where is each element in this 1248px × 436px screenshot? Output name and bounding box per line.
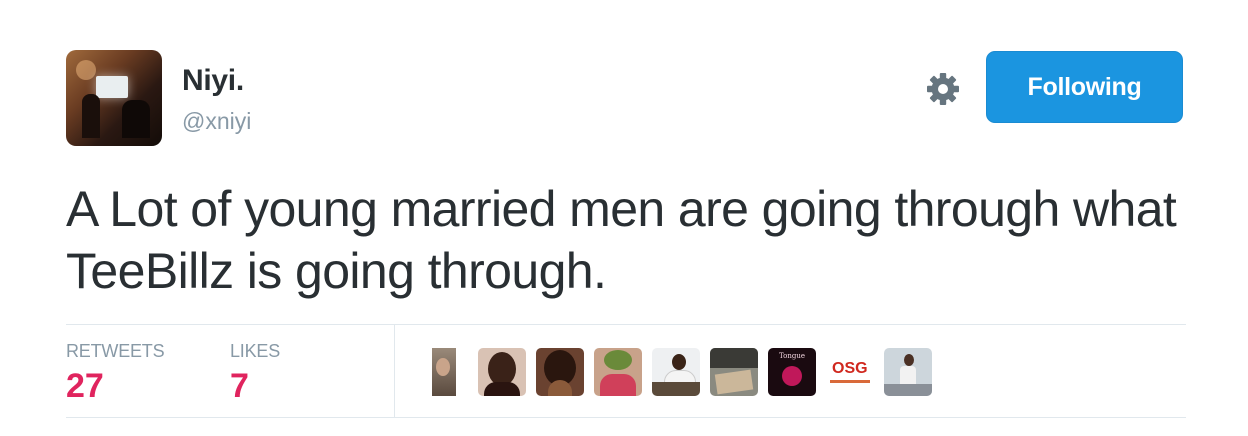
divider [66,324,1186,325]
liker-avatar[interactable] [884,348,932,396]
liker-avatar[interactable] [594,348,642,396]
liker-underline [830,380,870,383]
liker-avatar[interactable] [710,348,758,396]
retweets-label[interactable]: RETWEETS [66,341,165,362]
liker-avatar[interactable] [652,348,700,396]
likes-label[interactable]: LIKES [230,341,280,362]
avatar-screen [96,76,128,98]
likes-count[interactable]: 7 [230,367,249,406]
avatar-light [76,60,96,80]
stats-separator [394,325,395,417]
liker-avatar[interactable]: Tongue [768,348,816,396]
liker-avatar[interactable] [478,348,526,396]
author-avatar[interactable] [66,50,162,146]
tweet-text: A Lot of young married men are going thr… [66,181,1177,299]
following-button[interactable]: Following [986,51,1183,123]
gear-icon[interactable] [924,70,962,108]
avatar-figure [122,100,150,138]
author-handle[interactable]: @xniyi [182,108,251,135]
avatar-figure [82,94,100,138]
liker-text: OSG [832,360,868,377]
liker-avatar[interactable] [536,348,584,396]
author-name[interactable]: Niyi. [182,64,244,98]
liker-text: Tongue [779,352,805,360]
retweets-count[interactable]: 27 [66,367,104,406]
liker-avatar[interactable]: OSG [826,348,874,396]
divider [66,417,1186,418]
liker-avatar[interactable] [420,348,468,396]
